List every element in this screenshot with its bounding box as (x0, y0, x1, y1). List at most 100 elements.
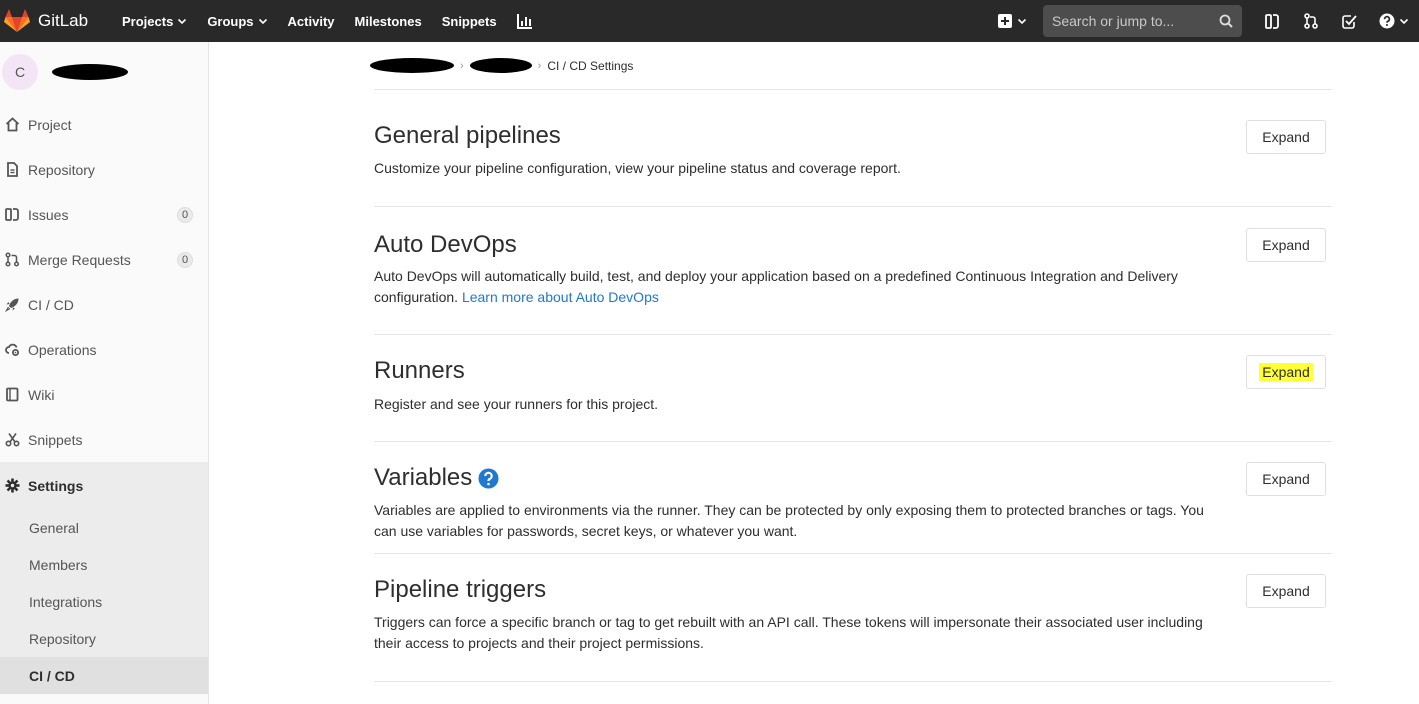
sidebar-project-header[interactable]: C (0, 42, 208, 102)
section-runners: Runners Register and see your runners fo… (374, 335, 1332, 442)
project-sidebar: C Project Repository Issues 0 Merge Requ… (0, 42, 209, 704)
breadcrumb-current[interactable]: CI / CD Settings (547, 59, 633, 73)
expand-variables-button[interactable]: Expand (1246, 462, 1326, 496)
section-title: Pipeline triggers (374, 576, 547, 603)
expand-label: Expand (1262, 471, 1310, 487)
nav-activity-label: Activity (287, 13, 335, 29)
sidebar-item-project[interactable]: Project (0, 102, 208, 147)
settings-sub-repository[interactable]: Repository (0, 620, 208, 657)
breadcrumb-chevron-icon: › (537, 59, 542, 72)
expand-auto-devops-button[interactable]: Expand (1246, 228, 1326, 262)
settings-sub-members[interactable]: Members (0, 546, 208, 583)
sidebar-toggle-button[interactable] (1252, 0, 1291, 42)
merge-request-icon (1303, 13, 1318, 29)
expand-label: Expand (1262, 583, 1310, 599)
nav-activity[interactable]: Activity (278, 0, 345, 42)
plus-square-icon (998, 14, 1012, 28)
sidebar-item-label: CI / CD (28, 296, 74, 313)
section-auto-devops: Auto DevOps Auto DevOps will automatical… (374, 207, 1332, 335)
sidebar-item-label: Repository (28, 161, 95, 178)
gitlab-logo[interactable]: GitLab (4, 0, 112, 42)
nav-snippets[interactable]: Snippets (432, 0, 507, 42)
expand-label: Expand (1262, 129, 1310, 145)
settings-sub-integrations[interactable]: Integrations (0, 583, 208, 620)
brand-name: GitLab (38, 11, 89, 30)
nav-analytics[interactable] (507, 0, 543, 42)
section-description: Auto DevOps will automatically build, te… (374, 266, 1204, 308)
section-title: Runners (374, 357, 465, 384)
project-avatar: C (2, 54, 38, 90)
nav-milestones[interactable]: Milestones (345, 0, 432, 42)
learn-more-auto-devops-link[interactable]: Learn more about Auto DevOps (462, 289, 659, 305)
section-pipeline-triggers: Pipeline triggers Triggers can force a s… (374, 554, 1332, 682)
new-dropdown-button[interactable] (998, 14, 1027, 28)
sidebar-item-settings[interactable]: Settings (0, 462, 208, 509)
sidebar-item-operations[interactable]: Operations (0, 327, 208, 372)
redacted-project-name (52, 64, 128, 80)
sidebar-item-label: Wiki (28, 386, 55, 403)
chevron-down-icon (258, 18, 267, 25)
nav-milestones-label: Milestones (354, 13, 422, 29)
sidebar-item-label: Project (28, 116, 72, 133)
sidebar-item-merge-requests[interactable]: Merge Requests 0 (0, 237, 208, 282)
nav-groups[interactable]: Groups (197, 0, 277, 42)
settings-submenu: General Members Integrations Repository … (0, 509, 208, 694)
sidebar-item-label: Merge Requests (28, 251, 131, 268)
nav-projects-label: Projects (122, 13, 174, 29)
section-title: Variables (374, 464, 473, 491)
sidebar-item-snippets[interactable]: Snippets (0, 417, 208, 462)
sidebar-item-wiki[interactable]: Wiki (0, 372, 208, 417)
sidebar-item-label: Snippets (28, 431, 83, 448)
cloud-gear-icon (5, 343, 19, 356)
sidebar-item-issues[interactable]: Issues 0 (0, 192, 208, 237)
home-icon (5, 117, 20, 132)
issues-count-badge: 0 (177, 207, 194, 223)
redacted-breadcrumb-project[interactable] (469, 58, 532, 73)
merge-requests-button[interactable] (1291, 0, 1330, 42)
sidebar-nav: Project Repository Issues 0 Merge Reques… (0, 102, 208, 509)
chart-icon (516, 14, 532, 29)
help-icon (1379, 13, 1395, 29)
book-icon (6, 387, 19, 402)
breadcrumb: › › CI / CD Settings (370, 42, 1332, 90)
section-description: Triggers can force a specific branch or … (374, 614, 1203, 651)
rocket-icon (5, 298, 19, 312)
sidebar-item-label: Settings (28, 477, 84, 494)
expand-runners-button[interactable]: Expand (1246, 355, 1326, 389)
search-box[interactable] (1043, 5, 1242, 37)
top-navbar: GitLab Projects Groups Activity Mileston… (0, 0, 1419, 42)
todos-button[interactable] (1330, 0, 1369, 42)
nav-snippets-label: Snippets (441, 13, 497, 29)
sidebar-item-label: Issues (28, 206, 69, 223)
sidebar-item-repository[interactable]: Repository (0, 147, 208, 192)
search-input[interactable] (1052, 13, 1202, 29)
section-title-row: Variables (374, 464, 499, 492)
expand-pipeline-triggers-button[interactable]: Expand (1246, 574, 1326, 608)
settings-sub-general[interactable]: General (0, 509, 208, 546)
gear-icon (5, 478, 20, 493)
section-description: Variables are applied to environments vi… (374, 502, 1204, 539)
section-title: Auto DevOps (374, 231, 517, 258)
expand-general-pipelines-button[interactable]: Expand (1246, 120, 1326, 154)
breadcrumb-chevron-icon: › (460, 59, 464, 72)
section-general-pipelines: General pipelines Customize your pipelin… (374, 90, 1332, 207)
question-circle-icon[interactable] (478, 468, 499, 489)
sidebar-item-label: Operations (28, 341, 97, 358)
navbar-right (998, 0, 1419, 42)
section-description: Register and see your runners for this p… (374, 396, 659, 412)
settings-sub-ci-cd[interactable]: CI / CD (0, 657, 208, 694)
merge-icon (5, 252, 20, 267)
issues-icon (5, 208, 19, 221)
nav-groups-label: Groups (207, 13, 254, 29)
sidebar-toggle-icon (1264, 13, 1279, 29)
nav-projects[interactable]: Projects (112, 0, 197, 42)
help-dropdown-button[interactable] (1369, 0, 1419, 42)
redacted-breadcrumb-group[interactable] (370, 58, 454, 73)
section-description: Customize your pipeline configuration, v… (374, 160, 901, 176)
chevron-down-icon (1399, 18, 1409, 25)
merge-requests-count-badge: 0 (177, 252, 194, 268)
chevron-down-icon (1017, 18, 1027, 25)
search-icon (1219, 14, 1233, 28)
sidebar-item-ci-cd[interactable]: CI / CD (0, 282, 208, 327)
main-content: › › CI / CD Settings General pipelines C… (370, 42, 1332, 682)
